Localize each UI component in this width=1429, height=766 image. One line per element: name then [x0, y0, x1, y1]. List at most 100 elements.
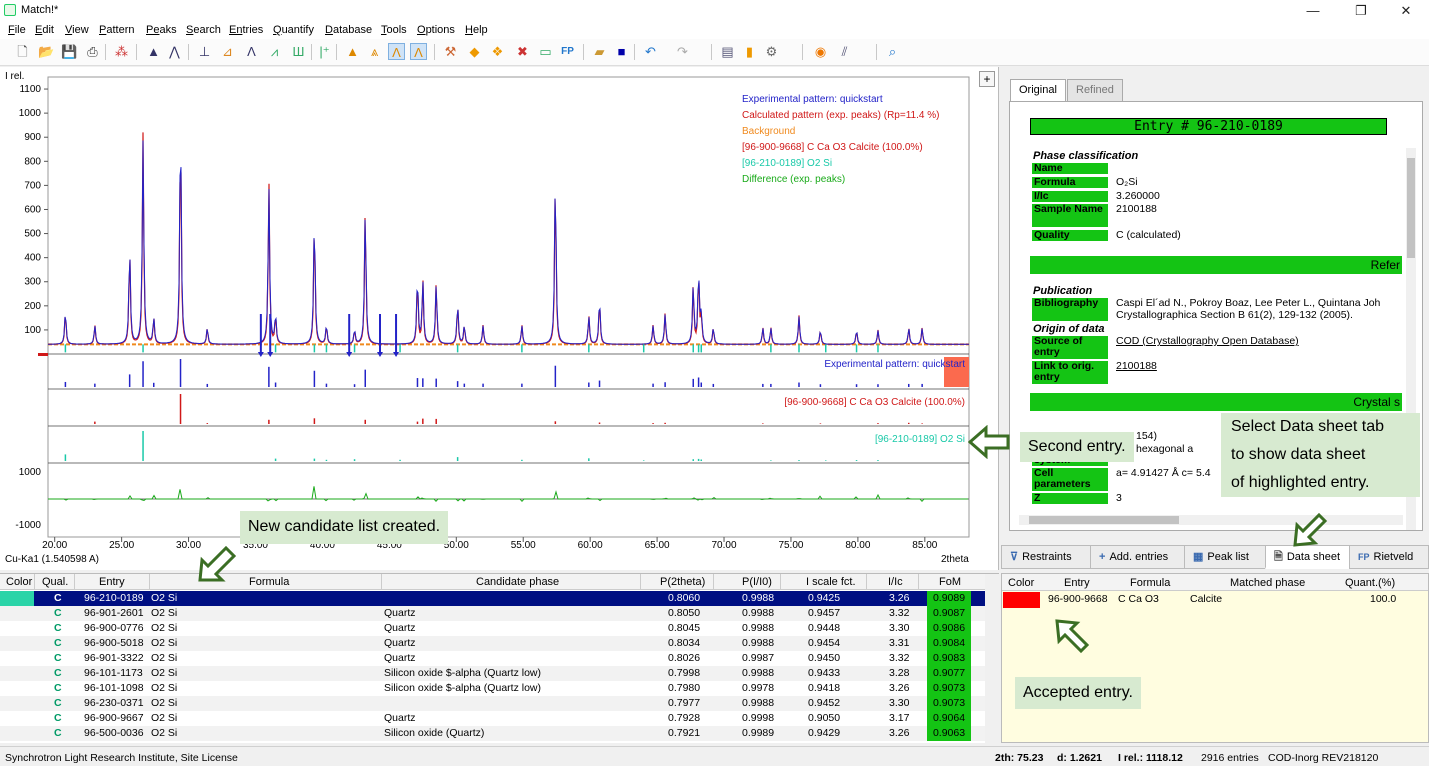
candidate-row[interactable]: C 96-101-1098 O2 Si Silicon oxide $-alpha (…	[0, 681, 985, 696]
candidate-row[interactable]: C 96-900-5018 O2 Si Quartz 0.8034 0.9988 0.945…	[0, 636, 985, 651]
redo-icon[interactable]: ↷	[674, 43, 691, 60]
print-icon[interactable]: ⎙	[84, 43, 101, 60]
alpha2-icon[interactable]: Λ	[243, 43, 260, 60]
delete-icon[interactable]: ✖	[514, 43, 531, 60]
x-tick-label: 60.00	[578, 540, 603, 551]
tab-refined[interactable]: Refined	[1067, 79, 1123, 101]
zoom-icon[interactable]: ⌕	[884, 43, 901, 60]
close-button[interactable]: ✕	[1383, 0, 1429, 21]
diff-tick-label: -1000	[15, 520, 41, 531]
diamond-icon[interactable]: ◆	[466, 43, 483, 60]
tool-icon[interactable]: ⚒	[442, 43, 459, 60]
col-entry[interactable]: Entry	[99, 576, 125, 588]
peak-search-icon[interactable]: ⋀	[166, 43, 183, 60]
tab-rietveld[interactable]: FP Rietveld	[1349, 545, 1429, 569]
open-folder-icon[interactable]: 📂	[38, 43, 55, 60]
candidate-row[interactable]: C 96-500-0036 O2 Si Silicon oxide (Quartz) 0…	[0, 726, 985, 741]
add-peak-icon[interactable]: |⁺	[316, 43, 333, 60]
pattern-chart-pane[interactable]: 100 200 300 400 500 600 700 800 900 1000 1100 20.00…	[0, 67, 999, 570]
menu-database[interactable]: Database	[325, 24, 372, 36]
menu-view[interactable]: View	[65, 24, 89, 36]
peak-mode-active-icon[interactable]: Λ	[410, 43, 427, 60]
candidate-fom: 0.9064	[927, 711, 971, 726]
mcol-color[interactable]: Color	[1008, 577, 1034, 589]
candidate-row[interactable]: C 96-901-2601 O2 Si Quartz 0.8050 0.9988 0.945…	[0, 606, 985, 621]
mcol-entry[interactable]: Entry	[1064, 577, 1090, 589]
col-color[interactable]: Color	[6, 576, 32, 588]
col-fom[interactable]: FoM	[939, 576, 961, 588]
y-tick-label: 200	[24, 301, 41, 312]
tab-restraints[interactable]: ⊽ Restraints	[1001, 545, 1091, 569]
mcol-formula[interactable]: Formula	[1130, 577, 1170, 589]
background-icon[interactable]: ⊥	[196, 43, 213, 60]
diffraction-chart[interactable]: 100 200 300 400 500 600 700 800 900 1000 1100 20.00…	[0, 67, 998, 570]
col-iic[interactable]: I/Ic	[888, 576, 903, 588]
col-candidate-phase[interactable]: Candidate phase	[476, 576, 559, 588]
tab-peak-list[interactable]: ▦ Peak list	[1184, 545, 1266, 569]
candidate-row[interactable]: C 96-101-1173 O2 Si Silicon oxide $-alpha (…	[0, 666, 985, 681]
menu-edit[interactable]: Edit	[35, 24, 54, 36]
tab-original[interactable]: Original	[1010, 79, 1066, 101]
menu-file[interactable]: File	[8, 24, 26, 36]
status-bar: Synchrotron Light Research Institute, Si…	[0, 746, 1429, 766]
candidate-row[interactable]: C 96-900-0776 O2 Si Quartz 0.8045 0.9988 0.944…	[0, 621, 985, 636]
mcol-phase[interactable]: Matched phase	[1230, 577, 1305, 589]
peak-icon[interactable]: ▲	[145, 43, 162, 60]
menu-peaks[interactable]: Peaks	[146, 24, 177, 36]
orig-entry-link[interactable]: 2100188	[1116, 361, 1157, 372]
show-peaks-icon[interactable]: ⩓	[366, 43, 383, 60]
peak-width-icon[interactable]: ⩘	[266, 43, 283, 60]
new-file-icon[interactable]: 🗋	[14, 43, 31, 60]
matched-row[interactable]: 96-900-9668 C Ca O3 Calcite 100.0	[1002, 592, 1428, 608]
undo-icon[interactable]: ↶	[642, 43, 659, 60]
menu-quantify[interactable]: Quantify	[273, 24, 314, 36]
maximize-button[interactable]: ❐	[1338, 0, 1384, 21]
menu-options[interactable]: Options	[417, 24, 455, 36]
peak-list-icon[interactable]: Ш	[290, 43, 307, 60]
col-scale[interactable]: I scale fct.	[806, 576, 856, 588]
chart-icon[interactable]: ⫽	[836, 43, 853, 60]
candidate-vscroll[interactable]	[985, 574, 999, 743]
menu-tools[interactable]: Tools	[381, 24, 407, 36]
mcol-quant[interactable]: Quant.(%)	[1345, 577, 1395, 589]
candidate-row[interactable]: C 96-210-0189 O2 Si 0.8060 0.9988 0.9425 3.26 0…	[0, 591, 985, 606]
callout-new-candidate: New candidate list created.	[240, 511, 449, 544]
candidate-fom: 0.9086	[927, 621, 971, 636]
bar-icon[interactable]: ▮	[741, 43, 758, 60]
database-icon[interactable]: ▤	[719, 43, 736, 60]
color-icon[interactable]: ■	[613, 43, 630, 60]
matched-color-swatch[interactable]	[1003, 592, 1040, 608]
expand-chart-button[interactable]: +	[979, 71, 995, 87]
menu-help[interactable]: Help	[465, 24, 488, 36]
candidate-formula: O2 Si	[151, 727, 178, 739]
menu-pattern[interactable]: Pattern	[99, 24, 134, 36]
candidate-iic: 3.17	[889, 712, 910, 724]
raw-data-icon[interactable]: ⁂	[113, 43, 130, 60]
candidate-iic: 3.26	[889, 682, 910, 694]
fp-icon[interactable]: FP	[559, 43, 576, 60]
candidate-fom: 0.9073	[927, 681, 971, 696]
minimize-button[interactable]: —	[1290, 0, 1336, 21]
smooth-icon[interactable]: ⊿	[219, 43, 236, 60]
pattern-icon[interactable]: ▰	[591, 43, 608, 60]
candidate-row[interactable]: C 96-230-0371 O2 Si 0.7977 0.9988 0.9452 3.30 0…	[0, 696, 985, 711]
settings-icon[interactable]: ⚙	[763, 43, 780, 60]
candidate-row[interactable]: C 96-900-9667 O2 Si Quartz 0.7928 0.9998 0.905…	[0, 711, 985, 726]
col-formula[interactable]: Formula	[249, 576, 289, 588]
peak-mode-icon[interactable]: Λ	[388, 43, 405, 60]
data-sheet-hscroll[interactable]	[1019, 515, 1403, 525]
calc-peak-icon[interactable]: ▲	[344, 43, 361, 60]
col-pii0[interactable]: P(I/I0)	[742, 576, 772, 588]
candidate-row[interactable]: C 96-901-3322 O2 Si Quartz 0.8026 0.9987 0.945…	[0, 651, 985, 666]
save-icon[interactable]: 💾	[61, 43, 78, 60]
tab-add-entries[interactable]: + Add. entries	[1090, 545, 1185, 569]
candidate-color-swatch[interactable]	[0, 591, 34, 606]
globe-icon[interactable]: ◉	[812, 43, 829, 60]
source-link[interactable]: COD (Crystallography Open Database)	[1116, 336, 1299, 347]
profile-icon[interactable]: ▭	[537, 43, 554, 60]
col-p2theta[interactable]: P(2theta)	[660, 576, 705, 588]
menu-entries[interactable]: Entries	[229, 24, 263, 36]
col-qual[interactable]: Qual.	[42, 576, 68, 588]
match-icon[interactable]: ❖	[489, 43, 506, 60]
menu-search[interactable]: Search	[186, 24, 221, 36]
